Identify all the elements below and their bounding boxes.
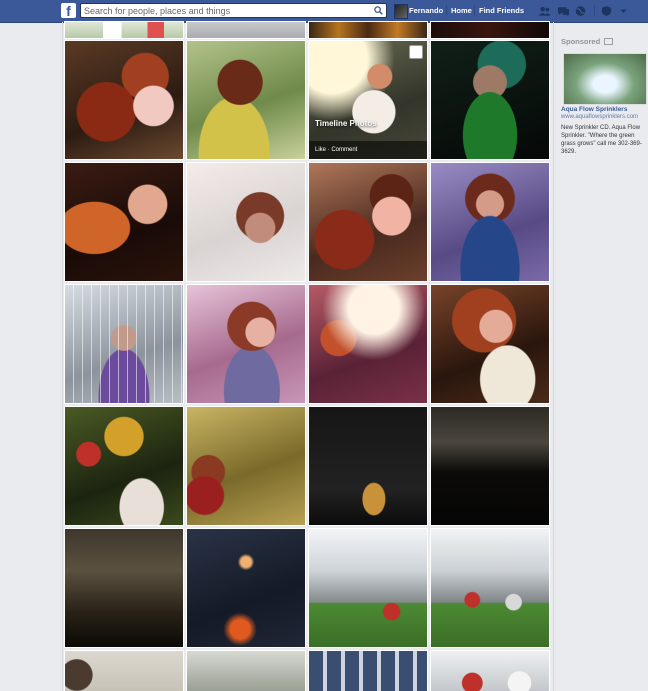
photo-thumbnail[interactable]: [187, 163, 305, 281]
ad-image[interactable]: [563, 53, 647, 105]
photo-thumbnail[interactable]: [309, 163, 427, 281]
photo-thumbnail[interactable]: [65, 529, 183, 647]
photo-thumbnail[interactable]: [65, 22, 183, 38]
ads-info-icon[interactable]: [604, 38, 614, 45]
photo-thumbnail[interactable]: [65, 163, 183, 281]
photo-thumbnail[interactable]: [431, 285, 549, 403]
photo-thumbnail[interactable]: [431, 529, 549, 647]
ad-description: New Sprinkler CD. Aqua Flow Sprinkler. "…: [561, 125, 642, 155]
photo-thumbnail[interactable]: [309, 22, 427, 38]
photo-thumbnail[interactable]: [309, 651, 427, 691]
photo-thumbnail[interactable]: [187, 651, 305, 691]
photo-thumbnail[interactable]: [187, 22, 305, 38]
photo-thumbnail[interactable]: [431, 22, 549, 38]
photo-thumbnail[interactable]: [65, 651, 183, 691]
edit-pencil-icon[interactable]: [409, 45, 423, 59]
photo-thumbnail[interactable]: [65, 285, 183, 403]
photo-thumbnail[interactable]: [65, 41, 183, 159]
album-title-overlay[interactable]: Timeline Photos: [315, 119, 377, 128]
photo-thumbnail[interactable]: Timeline Photos Like · Comment: [309, 41, 427, 159]
photo-thumbnail[interactable]: [309, 529, 427, 647]
photo-thumbnail[interactable]: [187, 407, 305, 525]
sponsored-heading: Sponsored: [561, 37, 614, 46]
photo-thumbnail[interactable]: [309, 407, 427, 525]
photo-thumbnail[interactable]: [187, 41, 305, 159]
photo-thumbnail[interactable]: [187, 285, 305, 403]
ad-url[interactable]: www.aquaflowsprinklers.com: [561, 114, 647, 120]
photo-thumbnail[interactable]: [431, 163, 549, 281]
like-comment-overlay[interactable]: Like · Comment: [309, 141, 427, 159]
photo-thumbnail[interactable]: [65, 407, 183, 525]
photo-thumbnail[interactable]: [309, 285, 427, 403]
photo-thumbnail[interactable]: [431, 407, 549, 525]
photo-grid: Timeline Photos Like · Comment: [0, 0, 648, 691]
photo-thumbnail[interactable]: [431, 651, 549, 691]
photo-thumbnail[interactable]: [431, 41, 549, 159]
photo-thumbnail[interactable]: [187, 529, 305, 647]
ad-title-link[interactable]: Aqua Flow Sprinklers: [561, 106, 645, 113]
